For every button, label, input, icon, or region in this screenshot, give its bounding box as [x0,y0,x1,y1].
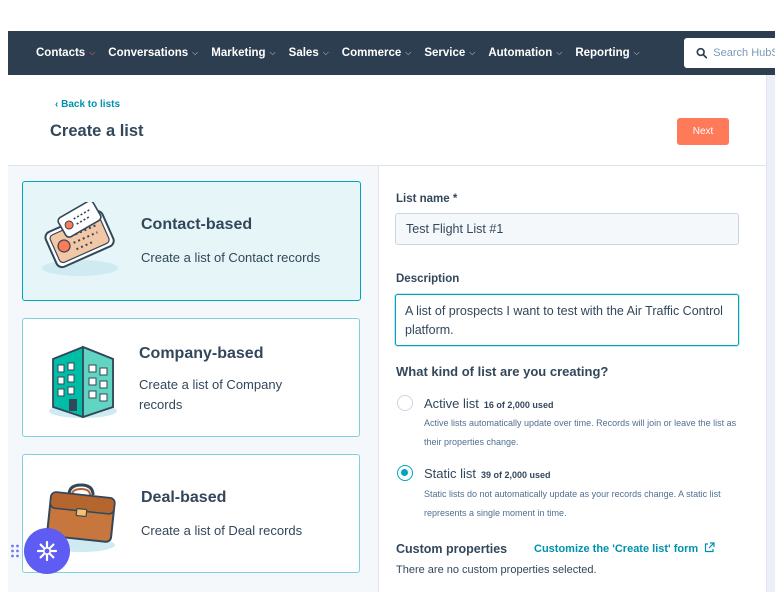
nav-service-label: Service [424,47,466,59]
static-list-description: Static lists do not automatically update… [424,489,721,518]
deal-based-card[interactable]: Deal-based Create a list of Deal records [22,454,360,573]
nav-conversations-label: Conversations [108,47,189,59]
custom-properties-title: Custom properties [396,542,508,556]
static-list-radio[interactable] [397,465,413,481]
nav-sales[interactable]: Sales ⌵ [289,47,329,59]
top-navigation: Contacts ⌵ Conversations ⌵ Marketing ⌵ Sale… [8,31,775,75]
deal-based-description: Create a list of Deal records [141,523,303,538]
building-icon [49,345,117,419]
page-scrollbar[interactable] [766,75,775,592]
customize-form-link-label: Customize the 'Create list' form [534,543,699,555]
nav-automation[interactable]: Automation ⌵ [488,47,562,59]
company-based-description: Create a list of Company records [139,377,283,412]
active-list-label: Active list [424,396,479,411]
chevron-down-icon: ⌵ [192,48,199,57]
active-list-option-label[interactable]: Active list 16 of 2,000 used [424,396,553,411]
list-kind-question: What kind of list are you creating? [396,364,609,379]
description-label: Description [396,273,460,285]
sparkle-icon [36,540,58,562]
nav-conversations[interactable]: Conversations ⌵ [108,47,198,59]
create-list-page: Contacts ⌵ Conversations ⌵ Marketing ⌵ Sale… [0,0,775,592]
description-textarea[interactable]: A list of prospects I want to test with … [395,294,739,346]
contact-based-card[interactable]: Contact-based Create a list of Contact r… [22,181,361,301]
back-to-lists-link[interactable]: ‹ Back to lists [55,99,120,110]
search-placeholder: Search HubSpot [713,47,775,59]
nav-contacts-label: Contacts [36,47,86,59]
search-icon [696,47,708,59]
nav-reporting-label: Reporting [575,47,630,59]
nav-service[interactable]: Service ⌵ [424,47,475,59]
deal-based-title: Deal-based [141,489,227,506]
active-list-radio[interactable] [397,395,413,411]
list-name-input[interactable]: Test Flight List #1 [395,213,739,245]
contact-based-description: Create a list of Contact records [141,250,321,265]
nav-reporting[interactable]: Reporting ⌵ [575,47,639,59]
nav-commerce[interactable]: Commerce ⌵ [342,47,412,59]
nav-contacts[interactable]: Contacts ⌵ [36,47,95,59]
chevron-down-icon: ⌵ [89,48,96,57]
chevron-down-icon: ⌵ [269,48,276,57]
static-list-option-label[interactable]: Static list 39 of 2,000 used [424,466,551,481]
customize-form-link[interactable]: Customize the 'Create list' form [534,542,715,555]
external-link-icon [705,542,715,553]
nav-sales-label: Sales [288,47,319,59]
company-based-card[interactable]: Company-based Create a list of Company r… [22,318,360,437]
chevron-down-icon: ⌵ [633,48,640,57]
chevron-down-icon: ⌵ [405,48,412,57]
active-list-description: Active lists automatically update over t… [424,418,737,447]
page-title: Create a list [50,122,144,140]
custom-properties-empty: There are no custom properties selected. [396,564,597,576]
assistant-launcher-button[interactable] [24,528,70,574]
chevron-down-icon: ⌵ [322,48,329,57]
static-list-label: Static list [424,466,477,481]
drag-handle-icon[interactable] [10,543,20,559]
static-list-usage: 39 of 2,000 used [481,470,551,480]
list-type-panel: Contact-based Create a list of Contact r… [8,166,378,592]
next-button[interactable]: Next [677,118,729,145]
nav-commerce-label: Commerce [341,47,402,59]
list-name-label: List name * [396,193,458,205]
contact-card-icon [42,202,118,276]
nav-marketing[interactable]: Marketing ⌵ [211,47,275,59]
nav-marketing-label: Marketing [211,47,266,59]
active-list-usage: 16 of 2,000 used [483,400,554,410]
panel-divider [378,166,379,592]
chevron-down-icon: ⌵ [469,48,476,57]
global-search-input[interactable]: Search HubSpot [684,38,775,68]
company-based-title: Company-based [139,345,264,362]
chevron-down-icon: ⌵ [556,48,563,57]
nav-automation-label: Automation [488,47,553,59]
contact-based-title: Contact-based [141,216,253,233]
